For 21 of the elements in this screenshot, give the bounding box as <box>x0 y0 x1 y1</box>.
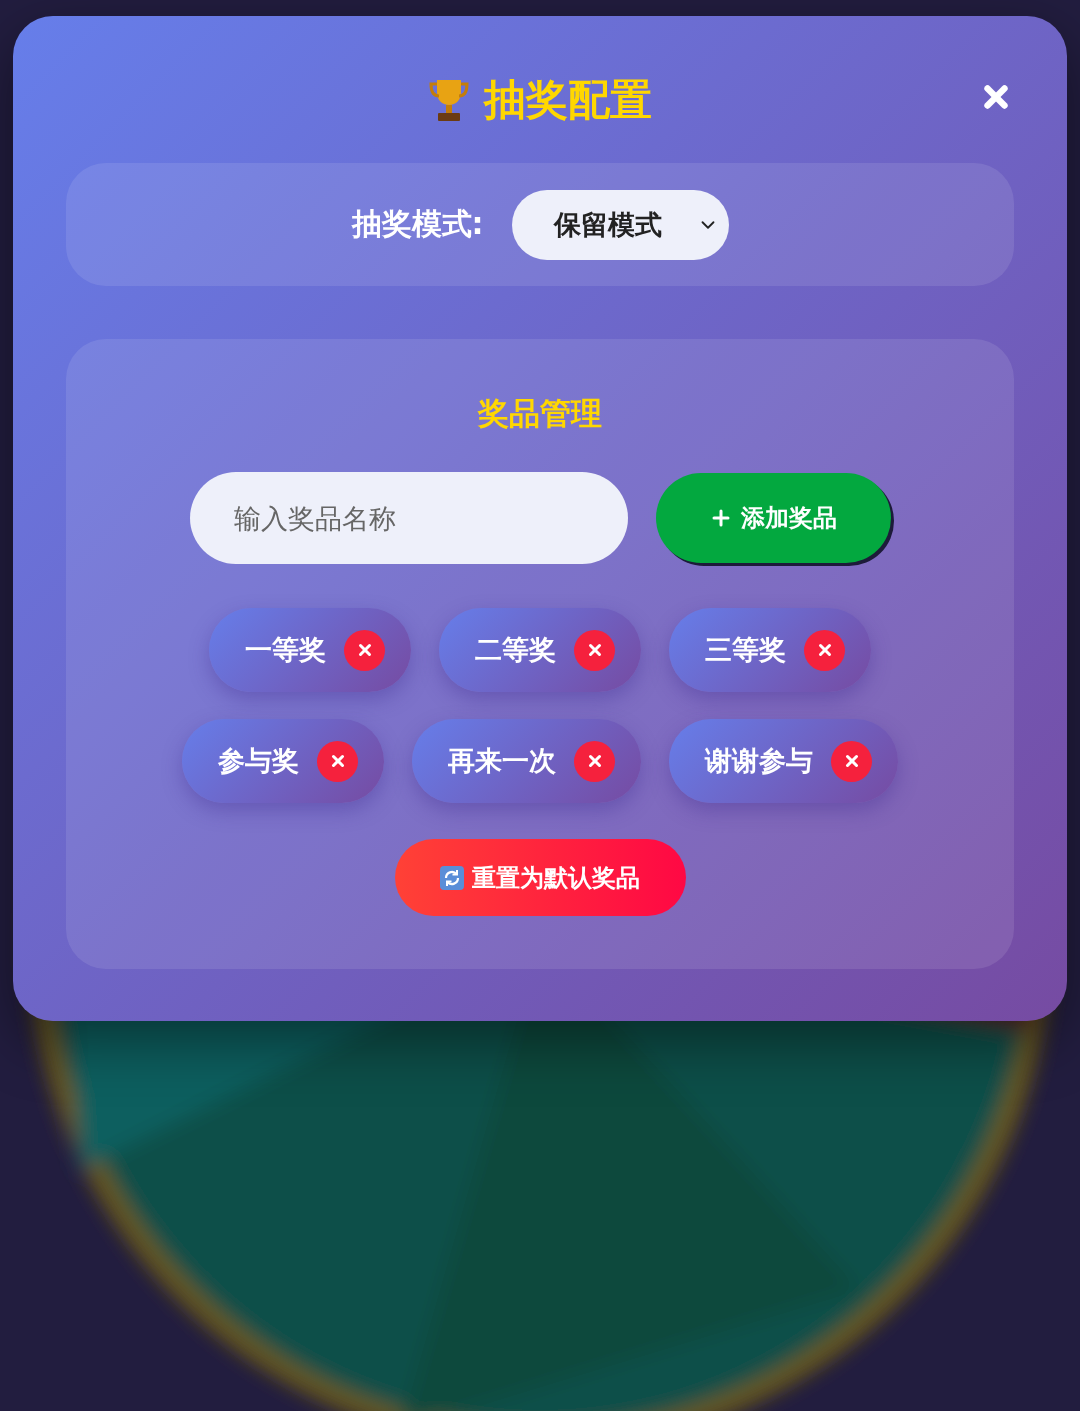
reset-button[interactable]: 重置为默认奖品 <box>394 839 686 916</box>
prize-name: 二等奖 <box>475 633 556 667</box>
prize-name: 再来一次 <box>448 744 556 778</box>
remove-button[interactable] <box>574 740 615 782</box>
remove-button[interactable] <box>831 740 872 782</box>
prize-name: 参与奖 <box>218 744 299 778</box>
prize-name: 谢谢参与 <box>705 744 813 778</box>
remove-button[interactable] <box>317 740 358 782</box>
prize-name: 一等奖 <box>245 633 326 667</box>
prize-name-input[interactable]: 输入奖品名称 <box>189 472 628 564</box>
mode-select[interactable]: 保留模式 <box>511 189 729 260</box>
panel-title: 奖品管理 <box>478 394 602 433</box>
remove-button[interactable] <box>574 629 615 671</box>
trophy-icon <box>428 78 470 122</box>
remove-button[interactable] <box>804 629 845 671</box>
refresh-icon <box>440 865 464 890</box>
prize-name: 三等奖 <box>705 633 786 667</box>
mode-label: 抽奖模式: <box>351 205 484 243</box>
add-prize-button[interactable]: 添加奖品 <box>655 473 891 563</box>
remove-button[interactable] <box>344 629 385 671</box>
dialog-title: 抽奖配置 <box>484 74 652 126</box>
